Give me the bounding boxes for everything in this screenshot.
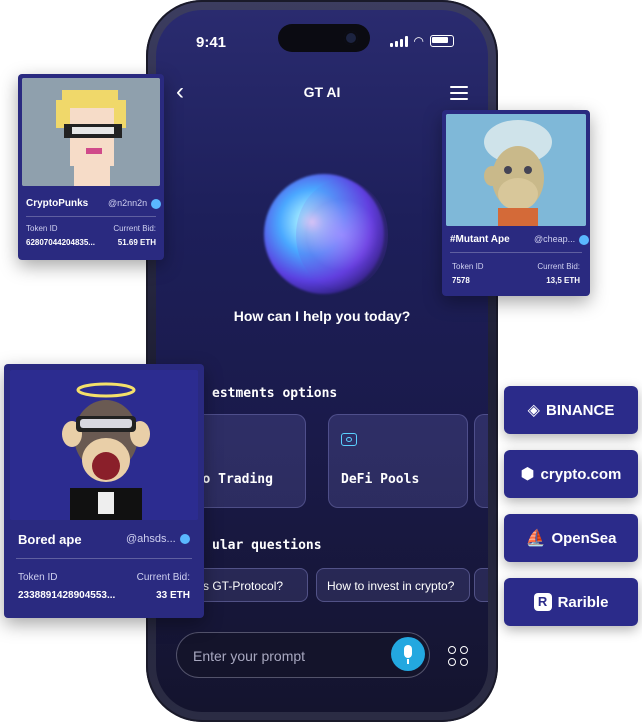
pool-icon (341, 433, 357, 446)
rarible-icon: R (533, 593, 552, 611)
nft-card-cryptopunks[interactable]: CryptoPunks @n2nn2n Token ID Current Bid… (18, 74, 164, 260)
nft-handle: @n2nn2n (108, 198, 162, 209)
token-label: Token ID (18, 572, 58, 583)
bid-value: 33 ETH (156, 590, 190, 601)
microphone-icon[interactable] (391, 637, 425, 671)
status-icons: ◠ (389, 34, 454, 48)
exchange-name: BINANCE (545, 401, 615, 419)
bid-label: Current Bid: (113, 224, 156, 233)
menu-icon[interactable] (450, 86, 468, 104)
defi-pools-card[interactable]: DeFi Pools (328, 414, 468, 508)
bid-label: Current Bid: (136, 572, 190, 583)
token-label: Token ID (26, 224, 58, 233)
exchange-crypto-com[interactable]: ⬢ crypto.com (504, 450, 638, 498)
signal-icon (389, 35, 408, 47)
exchange-rarible[interactable]: R Rarible (504, 578, 638, 626)
exchange-name: OpenSea (551, 529, 617, 547)
crypto-com-icon: ⬢ (520, 466, 535, 483)
nft-name: CryptoPunks (26, 198, 89, 209)
more-card[interactable] (474, 414, 488, 508)
status-time: 9:41 (196, 34, 227, 51)
token-label: Token ID (452, 262, 484, 271)
binance-icon: ◈ (527, 402, 540, 419)
bid-value: 13,5 ETH (546, 276, 580, 285)
nft-card-bored-ape[interactable]: Bored ape @ahsds... Token ID Current Bid… (4, 364, 204, 618)
exchange-opensea[interactable]: ⛵ OpenSea (504, 514, 638, 562)
token-value: 7578 (452, 276, 470, 285)
card-label: DeFi Pools (341, 472, 420, 487)
verified-icon (179, 534, 190, 545)
prompt-bar (176, 632, 430, 678)
exchange-name: crypto.com (540, 465, 622, 483)
opensea-icon: ⛵ (525, 530, 546, 547)
bid-label: Current Bid: (537, 262, 580, 271)
camera-icon (344, 31, 358, 45)
exchange-binance[interactable]: ◈ BINANCE (504, 386, 638, 434)
nft-name: #Mutant Ape (450, 234, 510, 245)
verified-icon (579, 234, 590, 245)
exchange-name: Rarible (557, 593, 609, 611)
nft-image (22, 78, 160, 186)
more-chip[interactable] (474, 568, 488, 602)
question-chip[interactable]: How to invest in crypto? (316, 568, 470, 602)
nft-handle: @cheap... (534, 234, 590, 245)
nft-handle: @ahsds... (126, 533, 190, 545)
nft-name: Bored ape (18, 532, 82, 547)
verified-icon (151, 198, 162, 209)
dynamic-island (278, 24, 370, 52)
divider (16, 558, 192, 559)
nft-image (10, 370, 198, 520)
prompt-input[interactable] (191, 643, 385, 669)
divider (450, 252, 582, 253)
wifi-icon: ◠ (413, 34, 424, 48)
page-title: GT AI (303, 84, 341, 100)
app-screen: 9:41 ◠ ‹ GT AI How can I help you today?… (156, 10, 488, 712)
ai-orb-glow (296, 180, 388, 290)
investments-heading: estments options (212, 386, 338, 401)
token-value: 62807044204835... (26, 238, 95, 247)
nft-card-mutant-ape[interactable]: #Mutant Ape @cheap... Token ID Current B… (442, 110, 590, 296)
greeting-text: How can I help you today? (233, 308, 411, 324)
token-value: 2338891428904553... (18, 590, 116, 601)
bid-value: 51.69 ETH (117, 238, 156, 247)
apps-grid-icon[interactable] (448, 646, 468, 666)
battery-icon (430, 35, 454, 47)
nft-image (446, 114, 586, 226)
popular-heading: ular questions (212, 538, 322, 553)
divider (26, 216, 156, 217)
